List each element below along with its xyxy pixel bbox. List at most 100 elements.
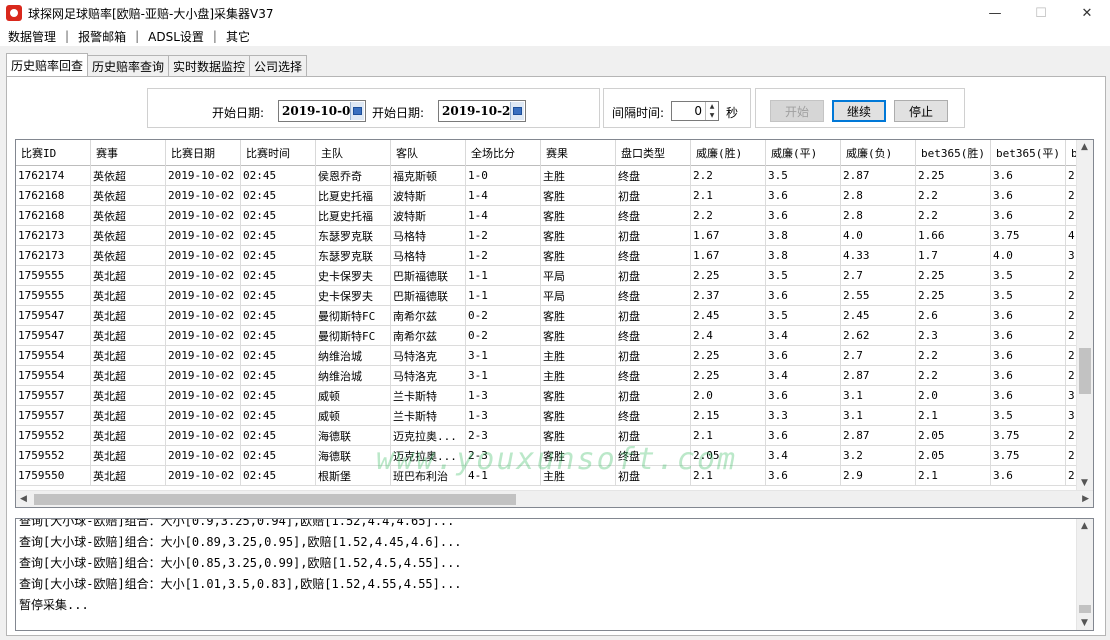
stop-button[interactable]: 停止 xyxy=(894,100,948,122)
tab-history-query[interactable]: 历史赔率查询 xyxy=(87,55,170,76)
interval-spinner[interactable]: 0 ▲ ▼ xyxy=(671,101,719,121)
window-controls: — ☐ ✕ xyxy=(972,0,1110,26)
table-cell: 1-4 xyxy=(466,186,541,206)
table-row[interactable]: 1759552 英北超 2019-10-02 02:45 海德联 迈克拉奥... 2-3 客胜… xyxy=(16,446,1093,466)
odds-table[interactable]: 比赛ID 赛事 比赛日期 比赛时间 主队 客队 全场比分 赛果 盘口类型 威廉(胜) 威廉(平) 威廉… xyxy=(15,139,1094,508)
table-cell: 02:45 xyxy=(241,326,316,346)
table-body: 1762174 英依超 2019-10-02 02:45 侯恩乔奇 福克斯顿 1-0 主胜 终盘… xyxy=(16,166,1093,486)
column-header[interactable]: 赛果 xyxy=(541,140,616,166)
close-button[interactable]: ✕ xyxy=(1064,0,1110,26)
column-header[interactable]: bet365(胜) xyxy=(916,140,991,166)
column-header[interactable]: 威廉(胜) xyxy=(691,140,766,166)
continue-button[interactable]: 继续 xyxy=(832,100,886,122)
table-cell: 英依超 xyxy=(91,166,166,186)
column-header[interactable]: 赛事 xyxy=(91,140,166,166)
scroll-up-icon[interactable]: ▲ xyxy=(1081,142,1088,152)
end-date-picker[interactable]: 2019-10-20 xyxy=(438,100,526,122)
column-header[interactable]: 比赛时间 xyxy=(241,140,316,166)
tab-company-select[interactable]: 公司选择 xyxy=(249,55,308,76)
table-cell: 3.3 xyxy=(766,406,841,426)
table-row[interactable]: 1759550 英北超 2019-10-02 02:45 根斯堡 班巴布利治 4-1 主胜 初盘… xyxy=(16,466,1093,486)
column-header[interactable]: bet365(平) xyxy=(991,140,1066,166)
menu-data-management[interactable]: 数据管理 xyxy=(6,28,58,45)
table-horizontal-scrollbar[interactable]: ◀ ▶ xyxy=(16,490,1093,507)
table-row[interactable]: 1759557 英北超 2019-10-02 02:45 威顿 兰卡斯特 1-3 客胜 终盘 2.… xyxy=(16,406,1093,426)
column-header[interactable]: 比赛ID xyxy=(16,140,91,166)
table-cell: 2.1 xyxy=(916,466,991,486)
table-row[interactable]: 1762174 英依超 2019-10-02 02:45 侯恩乔奇 福克斯顿 1-0 主胜 终盘… xyxy=(16,166,1093,186)
column-header[interactable]: 威廉(平) xyxy=(766,140,841,166)
scroll-up-icon[interactable]: ▲ xyxy=(1081,521,1088,531)
end-date-label: 开始日期: xyxy=(372,106,425,120)
scroll-down-icon[interactable]: ▼ xyxy=(1081,618,1088,628)
start-date-picker[interactable]: 2019-10-01 xyxy=(278,100,366,122)
calendar-icon[interactable] xyxy=(350,102,364,120)
menu-separator: | xyxy=(65,29,70,43)
menu-alert-email[interactable]: 报警邮箱 xyxy=(76,28,128,45)
start-button[interactable]: 开始 xyxy=(770,100,824,122)
scroll-thumb[interactable] xyxy=(1079,605,1091,613)
table-row[interactable]: 1759554 英北超 2019-10-02 02:45 纳维治城 马特洛克 3-1 主胜 终盘… xyxy=(16,366,1093,386)
table-cell: 2-3 xyxy=(466,426,541,446)
menu-other[interactable]: 其它 xyxy=(224,28,252,45)
scroll-down-icon[interactable]: ▼ xyxy=(1081,478,1088,488)
table-row[interactable]: 1759555 英北超 2019-10-02 02:45 史卡保罗夫 巴斯福德联 1-1 平局… xyxy=(16,286,1093,306)
maximize-button[interactable]: ☐ xyxy=(1018,0,1064,26)
table-cell: 史卡保罗夫 xyxy=(316,266,391,286)
table-cell: 侯恩乔奇 xyxy=(316,166,391,186)
table-cell: 福克斯顿 xyxy=(391,166,466,186)
table-cell: 终盘 xyxy=(616,206,691,226)
table-cell: 2019-10-02 xyxy=(166,186,241,206)
table-cell: 1-1 xyxy=(466,266,541,286)
table-row[interactable]: 1759554 英北超 2019-10-02 02:45 纳维治城 马特洛克 3-1 主胜 初盘… xyxy=(16,346,1093,366)
table-cell: 3.6 xyxy=(991,326,1066,346)
scroll-left-icon[interactable]: ◀ xyxy=(20,494,27,504)
spin-up-icon[interactable]: ▲ xyxy=(706,102,718,111)
table-cell: 平局 xyxy=(541,286,616,306)
column-header[interactable]: 客队 xyxy=(391,140,466,166)
scroll-thumb[interactable] xyxy=(34,494,516,505)
column-header[interactable]: 全场比分 xyxy=(466,140,541,166)
table-cell: 3.8 xyxy=(766,226,841,246)
table-cell: 2019-10-02 xyxy=(166,406,241,426)
table-cell: 客胜 xyxy=(541,386,616,406)
table-row[interactable]: 1759557 英北超 2019-10-02 02:45 威顿 兰卡斯特 1-3 客胜 初盘 2.… xyxy=(16,386,1093,406)
calendar-icon[interactable] xyxy=(510,102,524,120)
table-cell: 2.2 xyxy=(916,206,991,226)
table-cell: 02:45 xyxy=(241,306,316,326)
table-cell: 纳维治城 xyxy=(316,366,391,386)
table-row[interactable]: 1762168 英依超 2019-10-02 02:45 比夏史托福 波特斯 1-4 客胜 终盘… xyxy=(16,206,1093,226)
tab-history-review[interactable]: 历史赔率回查 xyxy=(6,53,89,76)
start-date-label: 开始日期: xyxy=(212,106,265,120)
table-cell: 2019-10-02 xyxy=(166,206,241,226)
scroll-thumb[interactable] xyxy=(1079,348,1091,394)
table-row[interactable]: 1759555 英北超 2019-10-02 02:45 史卡保罗夫 巴斯福德联 1-1 平局… xyxy=(16,266,1093,286)
table-row[interactable]: 1759547 英北超 2019-10-02 02:45 曼彻斯特FC 南希尔兹 0-2 客胜… xyxy=(16,326,1093,346)
table-row[interactable]: 1762173 英依超 2019-10-02 02:45 东瑟罗克联 马格特 1-2 客胜 终盘… xyxy=(16,246,1093,266)
log-lines: 查询[大小球-欧赔]组合：大小[0.9,3.25,0.94],欧赔[1.52,4… xyxy=(19,519,462,616)
tab-realtime-monitor[interactable]: 实时数据监控 xyxy=(168,55,251,76)
scroll-right-icon[interactable]: ▶ xyxy=(1082,494,1089,504)
table-vertical-scrollbar[interactable]: ▲ ▼ xyxy=(1076,140,1093,490)
table-cell: 1759554 xyxy=(16,366,91,386)
table-cell: 马特洛克 xyxy=(391,346,466,366)
table-cell: 2019-10-02 xyxy=(166,366,241,386)
table-row[interactable]: 1759547 英北超 2019-10-02 02:45 曼彻斯特FC 南希尔兹 0-2 客胜… xyxy=(16,306,1093,326)
table-row[interactable]: 1762168 英依超 2019-10-02 02:45 比夏史托福 波特斯 1-4 客胜 初盘… xyxy=(16,186,1093,206)
table-row[interactable]: 1759552 英北超 2019-10-02 02:45 海德联 迈克拉奥... 2-3 客胜… xyxy=(16,426,1093,446)
table-row[interactable]: 1762173 英依超 2019-10-02 02:45 东瑟罗克联 马格特 1-2 客胜 初盘… xyxy=(16,226,1093,246)
table-cell: 3.6 xyxy=(991,366,1066,386)
table-cell: 4.33 xyxy=(841,246,916,266)
table-cell: 2.7 xyxy=(841,266,916,286)
table-cell: 2019-10-02 xyxy=(166,446,241,466)
column-header[interactable]: 盘口类型 xyxy=(616,140,691,166)
table-cell: 3.6 xyxy=(766,346,841,366)
column-header[interactable]: 比赛日期 xyxy=(166,140,241,166)
minimize-button[interactable]: — xyxy=(972,0,1018,26)
column-header[interactable]: 威廉(负) xyxy=(841,140,916,166)
spin-down-icon[interactable]: ▼ xyxy=(706,111,718,120)
menu-adsl-settings[interactable]: ADSL设置 xyxy=(146,28,206,45)
log-vertical-scrollbar[interactable]: ▲ ▼ xyxy=(1076,519,1093,630)
log-output[interactable]: 查询[大小球-欧赔]组合：大小[0.9,3.25,0.94],欧赔[1.52,4… xyxy=(15,518,1094,631)
column-header[interactable]: 主队 xyxy=(316,140,391,166)
